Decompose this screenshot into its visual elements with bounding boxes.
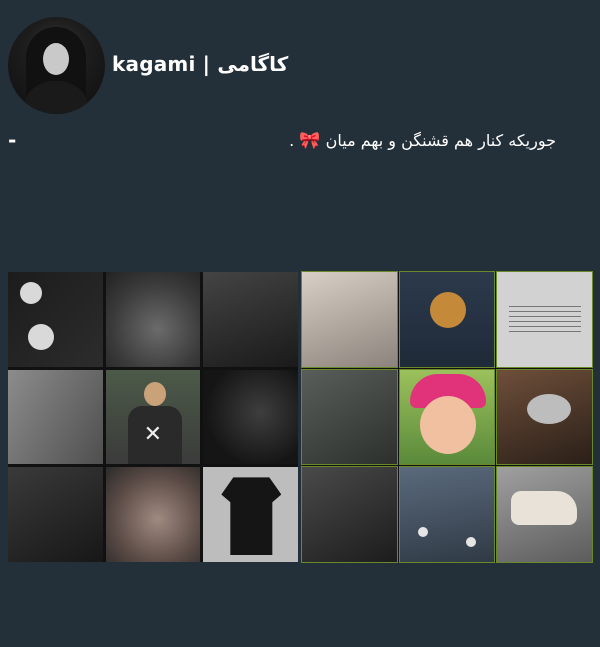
profile-bio: جوریکه کنار هم قشنگن و بهم میان 🎀 .: [289, 131, 556, 151]
collage-tile[interactable]: [105, 272, 201, 367]
collage-tile[interactable]: [301, 368, 398, 466]
collage-tile[interactable]: [496, 271, 593, 368]
collage-tile[interactable]: [398, 271, 496, 368]
profile-avatar[interactable]: [8, 17, 105, 114]
profile-username[interactable]: kagami | کاگامی: [112, 52, 288, 76]
collage-tile[interactable]: [105, 467, 201, 562]
bow-emoji-icon: 🎀: [299, 131, 321, 151]
collage-tile[interactable]: [203, 369, 298, 465]
collage-tile[interactable]: [8, 272, 103, 367]
collage-tile[interactable]: [398, 466, 496, 563]
collage-tile[interactable]: [203, 467, 298, 562]
collage-tile[interactable]: [301, 271, 398, 368]
collage-tile[interactable]: [8, 369, 103, 465]
collage-tile[interactable]: [8, 467, 103, 562]
collage-left[interactable]: ✕: [8, 272, 298, 562]
collage-tile[interactable]: ✕: [105, 369, 201, 465]
collage-tile[interactable]: [496, 368, 593, 466]
collage-tile[interactable]: [203, 272, 298, 367]
bio-suffix: .: [289, 131, 295, 150]
collage-tile[interactable]: [301, 466, 398, 563]
collage-tile[interactable]: [496, 466, 593, 563]
avatar-face: [43, 43, 69, 75]
collage-right[interactable]: [301, 271, 593, 563]
collage-tile[interactable]: [398, 368, 496, 466]
separator-dash: -: [8, 128, 17, 152]
bio-text: جوریکه کنار هم قشنگن و بهم میان: [325, 131, 556, 150]
